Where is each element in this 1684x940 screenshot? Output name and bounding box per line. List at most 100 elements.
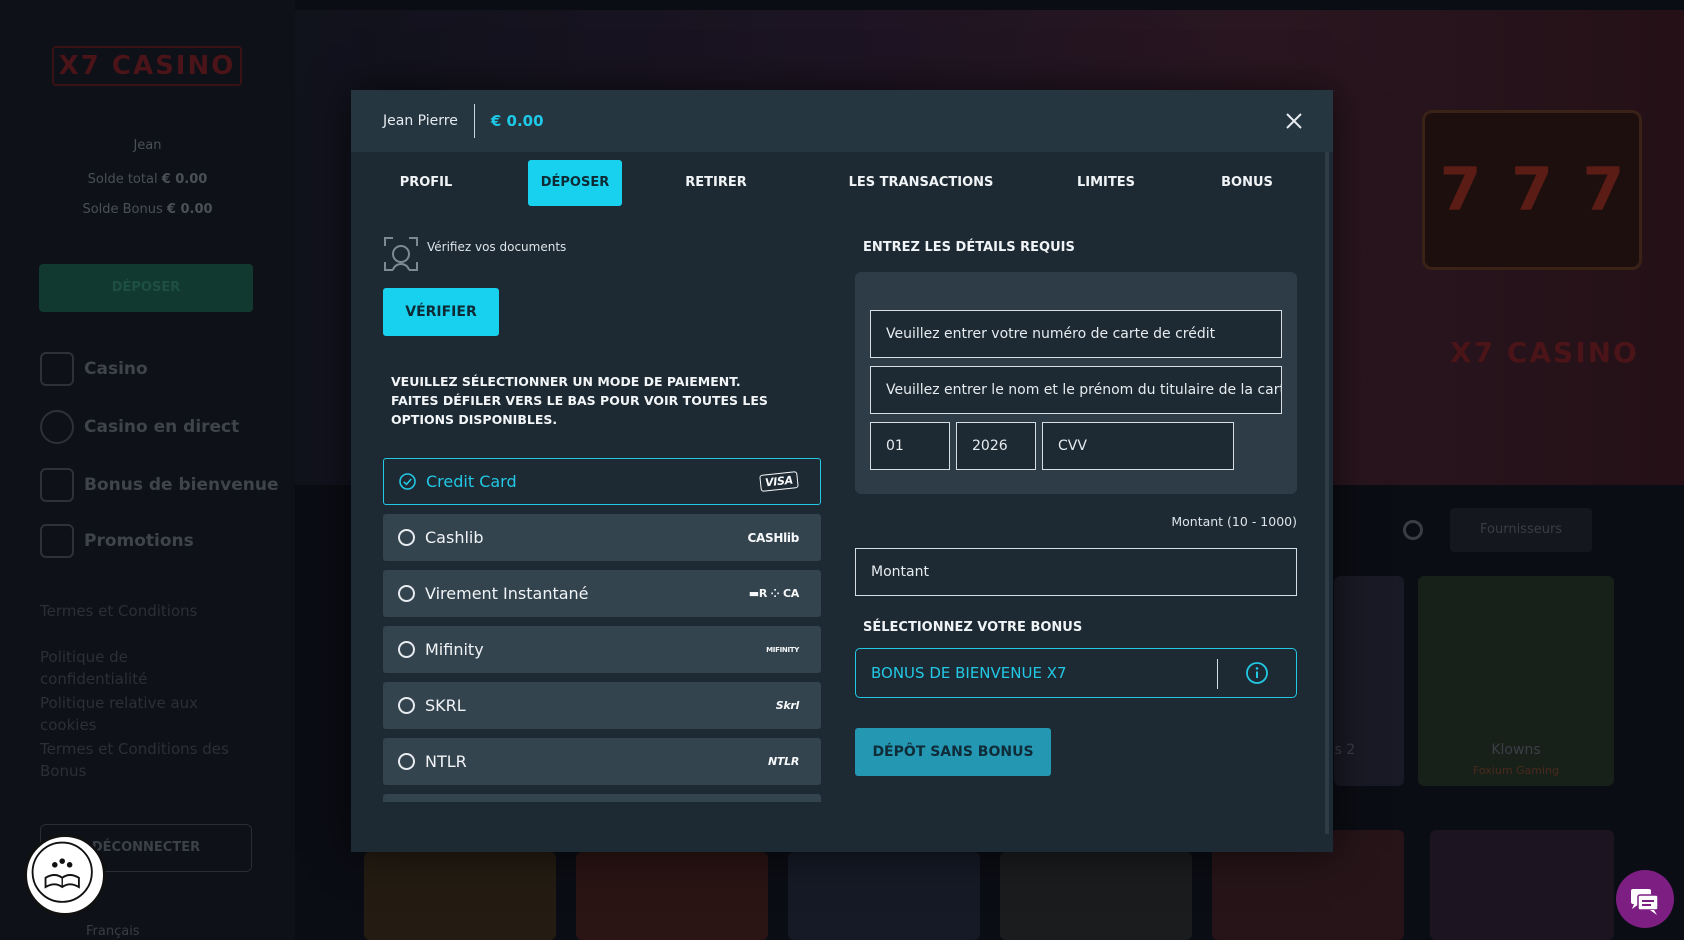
game-tile[interactable] bbox=[1430, 830, 1614, 940]
account-modal: Jean Pierre € 0.00 PROFIL DÉPOSER RETIRE… bbox=[351, 90, 1333, 852]
language-selector[interactable]: Français bbox=[86, 924, 140, 939]
details-title: ENTREZ LES DÉTAILS REQUIS bbox=[863, 240, 1075, 255]
payment-method-label: Credit Card bbox=[426, 472, 517, 491]
sidebar-item-label: Casino en direct bbox=[84, 417, 240, 437]
payment-method-credit-card[interactable]: Credit Card VISA bbox=[383, 458, 821, 505]
payment-method-list[interactable]: Credit Card VISA Cashlib CASHlib Viremen… bbox=[383, 458, 825, 802]
game-tile[interactable] bbox=[788, 852, 980, 940]
link-terms[interactable]: Termes et Conditions bbox=[40, 600, 230, 622]
cashlib-logo-icon: CASHlib bbox=[747, 530, 800, 545]
bonus-selected-value: BONUS DE BIENVENUE X7 bbox=[871, 664, 1067, 682]
sidebar-item-welcome-bonus[interactable]: Bonus de bienvenue bbox=[40, 468, 278, 502]
background-sidebar: X7 CASINO Jean Solde total € 0.00 Solde … bbox=[0, 0, 295, 940]
close-icon[interactable] bbox=[1285, 112, 1303, 130]
tab-limites[interactable]: LIMITES bbox=[1061, 160, 1151, 206]
info-icon[interactable] bbox=[1245, 661, 1269, 685]
modal-scrollbar[interactable] bbox=[1325, 152, 1329, 834]
payment-method-next[interactable] bbox=[383, 794, 821, 802]
payment-method-label: SKRL bbox=[425, 696, 466, 715]
total-balance-label: Solde total bbox=[87, 172, 158, 187]
expiry-month-select[interactable]: 01 bbox=[870, 422, 950, 470]
payment-method-virement[interactable]: Virement Instantané ▬R ⁘ CA bbox=[383, 570, 821, 617]
game-tile-provider: Foxium Gaming bbox=[1472, 764, 1560, 777]
payment-method-skrl[interactable]: SKRL Skrl bbox=[383, 682, 821, 729]
tab-retirer[interactable]: RETIRER bbox=[669, 160, 763, 206]
game-tile-name: s 2 bbox=[1334, 742, 1356, 758]
radio-unchecked-icon bbox=[398, 585, 415, 602]
payment-method-ntlr[interactable]: NTLR NTLR bbox=[383, 738, 821, 785]
sidebar-item-live-casino[interactable]: Casino en direct bbox=[40, 410, 239, 444]
payment-method-label: Mifinity bbox=[425, 640, 484, 659]
book-icon bbox=[31, 841, 93, 903]
verify-documents-row: Vérifiez vos documents bbox=[383, 236, 566, 272]
bonus-title: SÉLECTIONNEZ VOTRE BONUS bbox=[863, 620, 1083, 635]
game-tile[interactable] bbox=[364, 852, 556, 940]
bonus-divider bbox=[1217, 659, 1218, 689]
tab-bonus[interactable]: BONUS bbox=[1207, 160, 1287, 206]
sidebar-bonus-balance: Solde Bonus € 0.00 bbox=[0, 202, 295, 217]
payment-method-cashlib[interactable]: Cashlib CASHlib bbox=[383, 514, 821, 561]
modal-header: Jean Pierre € 0.00 bbox=[351, 90, 1333, 152]
tab-deposer[interactable]: DÉPOSER bbox=[528, 160, 622, 206]
payment-instructions: VEUILLEZ SÉLECTIONNER UN MODE DE PAIEMEN… bbox=[391, 374, 768, 427]
bonus-balance-value: € 0.00 bbox=[166, 202, 213, 217]
radio-unchecked-icon bbox=[398, 641, 415, 658]
bank-logos-icon: ▬R ⁘ CA bbox=[748, 587, 800, 600]
sidebar-item-label: Bonus de bienvenue bbox=[84, 475, 279, 495]
face-scan-icon bbox=[384, 237, 418, 271]
modal-tabs: PROFIL DÉPOSER RETIRER LES TRANSACTIONS … bbox=[351, 160, 1333, 208]
mifinity-logo-icon: MIFINITY bbox=[766, 645, 799, 654]
gift-icon bbox=[40, 468, 74, 502]
promotions-icon bbox=[40, 524, 74, 558]
deposit-without-bonus-button[interactable]: DÉPÔT SANS BONUS bbox=[855, 728, 1051, 776]
payment-method-label: Cashlib bbox=[425, 528, 484, 547]
balance: € 0.00 bbox=[490, 112, 544, 130]
cvv-input[interactable]: CVV bbox=[1042, 422, 1234, 470]
link-cookies[interactable]: Politique relative aux cookies bbox=[40, 692, 230, 736]
book-of-bonus-badge[interactable] bbox=[24, 834, 106, 916]
sidebar-total-balance: Solde total € 0.00 bbox=[0, 172, 295, 187]
link-bonus-terms[interactable]: Termes et Conditions des Bonus bbox=[40, 738, 230, 782]
live-chat-button[interactable] bbox=[1616, 870, 1674, 928]
amount-input[interactable]: Montant bbox=[855, 548, 1297, 596]
sidebar-item-casino[interactable]: Casino bbox=[40, 352, 148, 386]
sidebar-deposit-button[interactable]: DÉPOSER bbox=[39, 264, 253, 312]
slot-symbol: 7 bbox=[1439, 155, 1482, 225]
radio-unchecked-icon bbox=[398, 697, 415, 714]
card-details-box: Veuillez entrer votre numéro de carte de… bbox=[855, 272, 1297, 494]
radio-unchecked-icon bbox=[398, 753, 415, 770]
sidebar-username: Jean bbox=[133, 138, 162, 153]
chat-icon bbox=[1631, 889, 1659, 915]
sidebar-item-promotions[interactable]: Promotions bbox=[40, 524, 194, 558]
card-holder-input[interactable]: Veuillez entrer le nom et le prénom du t… bbox=[870, 366, 1282, 414]
casino-logo: X7 CASINO bbox=[52, 46, 242, 86]
game-tile[interactable] bbox=[1000, 852, 1192, 940]
radio-checked-icon bbox=[399, 473, 416, 490]
card-number-input[interactable]: Veuillez entrer votre numéro de carte de… bbox=[870, 310, 1282, 358]
slot-machine-graphic: 7 7 7 bbox=[1422, 110, 1642, 270]
game-tile-name: Klowns bbox=[1491, 742, 1541, 758]
search-icon[interactable] bbox=[1403, 520, 1423, 540]
casino-icon bbox=[40, 352, 74, 386]
payment-method-label: NTLR bbox=[425, 752, 467, 771]
tab-transactions[interactable]: LES TRANSACTIONS bbox=[839, 160, 1003, 206]
tab-profil[interactable]: PROFIL bbox=[371, 160, 481, 206]
bonus-balance-label: Solde Bonus bbox=[82, 202, 163, 217]
link-privacy[interactable]: Politique de confidentialité bbox=[40, 646, 230, 690]
slot-symbol: 7 bbox=[1582, 155, 1625, 225]
verify-button[interactable]: VÉRIFIER bbox=[383, 288, 499, 336]
sidebar-item-label: Promotions bbox=[84, 531, 194, 551]
verify-documents-text: Vérifiez vos documents bbox=[427, 240, 567, 254]
payment-method-mifinity[interactable]: Mifinity MIFINITY bbox=[383, 626, 821, 673]
amount-label: Montant (10 - 1000) bbox=[1171, 514, 1297, 529]
bonus-select[interactable]: BONUS DE BIENVENUE X7 bbox=[855, 648, 1297, 698]
slot-symbol: 7 bbox=[1511, 155, 1553, 225]
game-tile[interactable] bbox=[576, 852, 768, 940]
expiry-year-select[interactable]: 2026 bbox=[956, 422, 1036, 470]
provider-filter[interactable]: Fournisseurs bbox=[1450, 508, 1592, 552]
payment-method-label: Virement Instantané bbox=[425, 584, 589, 603]
total-balance-value: € 0.00 bbox=[161, 172, 208, 187]
visa-logo-icon: VISA bbox=[759, 471, 799, 492]
ntlr-logo-icon: NTLR bbox=[768, 755, 799, 768]
user-name: Jean Pierre bbox=[383, 104, 475, 138]
